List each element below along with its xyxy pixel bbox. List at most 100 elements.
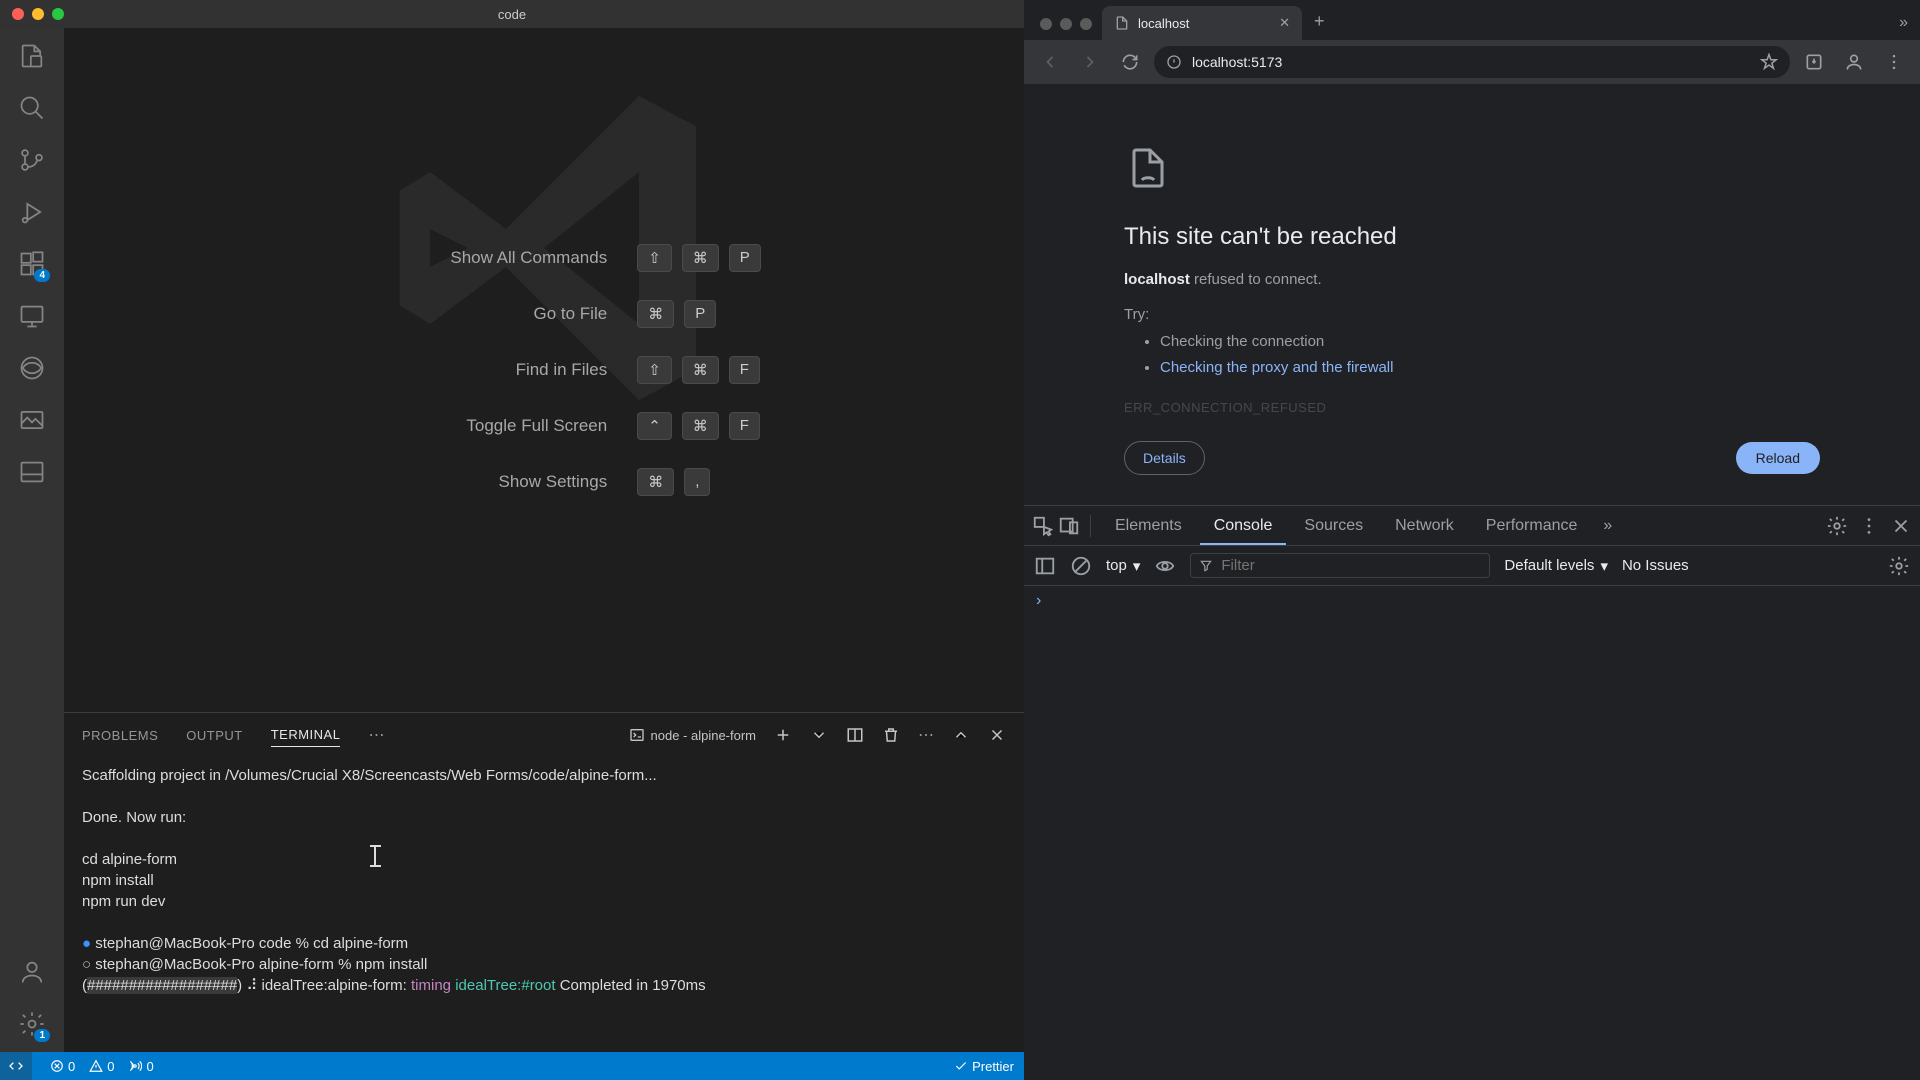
gallery-icon[interactable] — [16, 404, 48, 436]
device-toolbar-icon[interactable] — [1058, 515, 1080, 537]
console-prompt[interactable] — [1036, 592, 1908, 610]
error-tip: Checking the connection — [1160, 329, 1820, 355]
clear-console-icon[interactable] — [1070, 555, 1092, 577]
new-tab-button[interactable]: + — [1302, 3, 1337, 40]
profile-icon[interactable] — [1838, 46, 1870, 78]
proxy-firewall-link[interactable]: Checking the proxy and the firewall — [1160, 359, 1393, 376]
console-filter[interactable] — [1190, 553, 1490, 578]
close-panel-icon[interactable] — [988, 726, 1006, 744]
remote-explorer-icon[interactable] — [16, 300, 48, 332]
omnibar: localhost:5173 — [1024, 40, 1920, 84]
chrome-traffic-lights — [1030, 18, 1102, 40]
terminal-line: Scaffolding project in /Volumes/Crucial … — [82, 765, 1006, 786]
vscode-titlebar: code — [0, 0, 1024, 28]
error-title: This site can't be reached — [1124, 223, 1820, 251]
tab-network[interactable]: Network — [1381, 506, 1468, 545]
inspect-element-icon[interactable] — [1032, 515, 1054, 537]
error-code: ERR_CONNECTION_REFUSED — [1124, 400, 1820, 415]
console-output[interactable] — [1024, 586, 1920, 1080]
live-expression-icon[interactable] — [1154, 555, 1176, 577]
url-text: localhost:5173 — [1192, 54, 1282, 70]
welcome-find-in-files[interactable]: Find in Files⇧⌘F — [327, 356, 761, 384]
tab-terminal[interactable]: TERMINAL — [271, 723, 341, 747]
devtools-tabs: Elements Console Sources Network Perform… — [1024, 506, 1920, 546]
welcome-screen: Show All Commands⇧⌘P Go to File⌘P Find i… — [64, 28, 1024, 712]
welcome-toggle-full-screen[interactable]: Toggle Full Screen⌃⌘F — [327, 412, 761, 440]
chevron-down-icon[interactable] — [810, 726, 828, 744]
status-bar: 0 0 0 Prettier — [0, 1052, 1024, 1080]
tab-output[interactable]: OUTPUT — [186, 724, 242, 747]
trash-icon[interactable] — [882, 726, 900, 744]
address-bar[interactable]: localhost:5173 — [1154, 46, 1790, 78]
more-tabs-icon[interactable]: » — [1595, 517, 1620, 535]
tab-console[interactable]: Console — [1200, 506, 1287, 545]
run-debug-icon[interactable] — [16, 196, 48, 228]
close-tab-icon[interactable]: ✕ — [1279, 15, 1290, 31]
welcome-go-to-file[interactable]: Go to File⌘P — [327, 300, 761, 328]
terminal-content[interactable]: Scaffolding project in /Volumes/Crucial … — [64, 757, 1024, 1052]
accounts-icon[interactable] — [16, 956, 48, 988]
context-dropdown[interactable]: top ▾ — [1106, 557, 1140, 575]
search-icon[interactable] — [16, 92, 48, 124]
terminal-process-label[interactable]: node - alpine-form — [629, 727, 757, 743]
log-levels-dropdown[interactable]: Default levels ▾ — [1504, 557, 1608, 575]
minimize-window-button[interactable] — [1060, 18, 1072, 30]
forward-button[interactable] — [1074, 46, 1106, 78]
minimize-window-button[interactable] — [32, 8, 44, 20]
close-window-button[interactable] — [1040, 18, 1052, 30]
browser-tab[interactable]: localhost ✕ — [1102, 6, 1302, 40]
status-errors[interactable]: 0 — [50, 1059, 75, 1074]
install-app-icon[interactable] — [1798, 46, 1830, 78]
maximize-window-button[interactable] — [1080, 18, 1092, 30]
console-settings-icon[interactable] — [1888, 555, 1910, 577]
site-info-icon[interactable] — [1166, 54, 1182, 70]
explorer-icon[interactable] — [16, 40, 48, 72]
close-devtools-icon[interactable] — [1890, 515, 1912, 537]
issues-indicator[interactable]: No Issues — [1622, 557, 1689, 574]
more-tabs-icon[interactable]: ⋯ — [368, 725, 384, 745]
tab-problems[interactable]: PROBLEMS — [82, 724, 158, 747]
expand-tabs-icon[interactable]: » — [1887, 6, 1920, 40]
edge-tools-icon[interactable] — [16, 352, 48, 384]
vscode-window: code 4 1 Show All Commands⇧⌘P Go to Fil — [0, 0, 1024, 1080]
status-prettier[interactable]: Prettier — [954, 1059, 1014, 1074]
reload-page-button[interactable]: Reload — [1736, 442, 1820, 474]
chrome-window: localhost ✕ + » localhost:5173 This site… — [1024, 0, 1920, 1080]
toggle-sidebar-icon[interactable] — [1034, 555, 1056, 577]
split-terminal-icon[interactable] — [846, 726, 864, 744]
panel-actions: node - alpine-form ⋯ — [629, 725, 1007, 745]
terminal-prompt-line: ● stephan@MacBook-Pro code % cd alpine-f… — [82, 933, 1006, 954]
welcome-show-settings[interactable]: Show Settings⌘, — [327, 468, 761, 496]
filter-input[interactable] — [1221, 557, 1481, 574]
tab-sources[interactable]: Sources — [1290, 506, 1377, 545]
back-button[interactable] — [1034, 46, 1066, 78]
reload-button[interactable] — [1114, 46, 1146, 78]
kebab-menu-icon[interactable] — [1878, 46, 1910, 78]
terminal-line: npm run dev — [82, 891, 1006, 912]
error-try-label: Try: — [1124, 306, 1820, 323]
terminal-prompt-line: ○ stephan@MacBook-Pro alpine-form % npm … — [82, 954, 1006, 975]
source-control-icon[interactable] — [16, 144, 48, 176]
kebab-menu-icon[interactable] — [1858, 515, 1880, 537]
status-ports[interactable]: 0 — [128, 1059, 153, 1074]
devtools-settings-icon[interactable] — [1826, 515, 1848, 537]
error-page: This site can't be reached localhost ref… — [1024, 84, 1920, 505]
details-button[interactable]: Details — [1124, 441, 1205, 475]
bookmark-star-icon[interactable] — [1760, 53, 1778, 71]
file-favicon-icon — [1114, 15, 1130, 31]
tab-elements[interactable]: Elements — [1101, 506, 1196, 545]
welcome-show-all-commands[interactable]: Show All Commands⇧⌘P — [327, 244, 761, 272]
extensions-icon[interactable]: 4 — [16, 248, 48, 280]
tab-performance[interactable]: Performance — [1472, 506, 1592, 545]
terminal-line: Done. Now run: — [82, 807, 1006, 828]
remote-indicator[interactable] — [0, 1052, 32, 1080]
chrome-tabbar: localhost ✕ + » — [1024, 0, 1920, 40]
close-window-button[interactable] — [12, 8, 24, 20]
maximize-window-button[interactable] — [52, 8, 64, 20]
panel-icon[interactable] — [16, 456, 48, 488]
chevron-up-icon[interactable] — [952, 726, 970, 744]
more-actions-icon[interactable]: ⋯ — [918, 725, 934, 745]
new-terminal-icon[interactable] — [774, 726, 792, 744]
status-warnings[interactable]: 0 — [89, 1059, 114, 1074]
settings-gear-icon[interactable]: 1 — [16, 1008, 48, 1040]
